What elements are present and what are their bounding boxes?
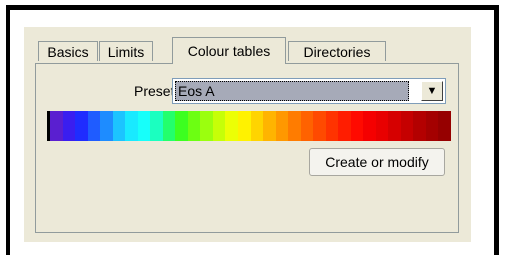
colour-swatch	[338, 111, 351, 141]
colour-tables-panel: Preset Eos A ▼ Create or modify	[35, 63, 459, 233]
colour-swatch	[187, 111, 201, 141]
create-or-modify-label: Create or modify	[325, 154, 429, 170]
colour-swatch	[212, 111, 226, 141]
colour-swatch	[325, 111, 339, 141]
colour-swatch	[288, 111, 301, 141]
colour-swatch	[137, 111, 151, 141]
tab-colour-tables[interactable]: Colour tables	[172, 37, 286, 64]
colour-bar	[47, 111, 451, 141]
create-or-modify-button[interactable]: Create or modify	[309, 148, 445, 176]
colour-swatch	[75, 111, 88, 141]
colour-swatch	[263, 111, 276, 141]
colour-swatch	[200, 111, 213, 141]
colour-swatch	[125, 111, 138, 141]
colour-swatch	[112, 111, 126, 141]
colour-swatch	[150, 111, 163, 141]
colour-swatch	[350, 111, 364, 141]
preset-value: Eos A	[175, 81, 409, 101]
colour-swatch	[50, 111, 63, 141]
colour-swatch	[313, 111, 326, 141]
colour-swatch	[250, 111, 264, 141]
colour-swatch	[438, 111, 451, 141]
preset-dropdown-button[interactable]: ▼	[421, 81, 443, 101]
tab-limits-label: Limits	[107, 43, 145, 60]
tab-basics[interactable]: Basics	[38, 41, 98, 61]
colour-swatch	[425, 111, 439, 141]
colour-swatch	[100, 111, 113, 141]
colour-swatch	[237, 111, 251, 141]
preset-select[interactable]: Eos A ▼	[172, 78, 446, 104]
colour-swatch	[275, 111, 289, 141]
tab-limits[interactable]: Limits	[99, 41, 153, 61]
colour-swatch	[87, 111, 101, 141]
tab-basics-label: Basics	[47, 43, 89, 60]
colour-swatch	[162, 111, 176, 141]
colour-swatch	[363, 111, 376, 141]
tab-directories[interactable]: Directories	[288, 41, 386, 61]
settings-dialog: Basics Limits Colour tables Directories …	[24, 27, 471, 242]
colour-swatch	[400, 111, 414, 141]
colour-swatch	[62, 111, 76, 141]
colour-swatch	[413, 111, 426, 141]
colour-swatch	[388, 111, 401, 141]
colour-swatch	[300, 111, 314, 141]
colour-swatch	[225, 111, 238, 141]
colour-swatch	[375, 111, 389, 141]
chevron-down-icon: ▼	[426, 85, 438, 97]
colour-swatch	[175, 111, 188, 141]
preset-label: Preset	[134, 83, 175, 99]
tab-colour-tables-label: Colour tables	[187, 43, 271, 59]
tab-directories-label: Directories	[303, 43, 371, 60]
